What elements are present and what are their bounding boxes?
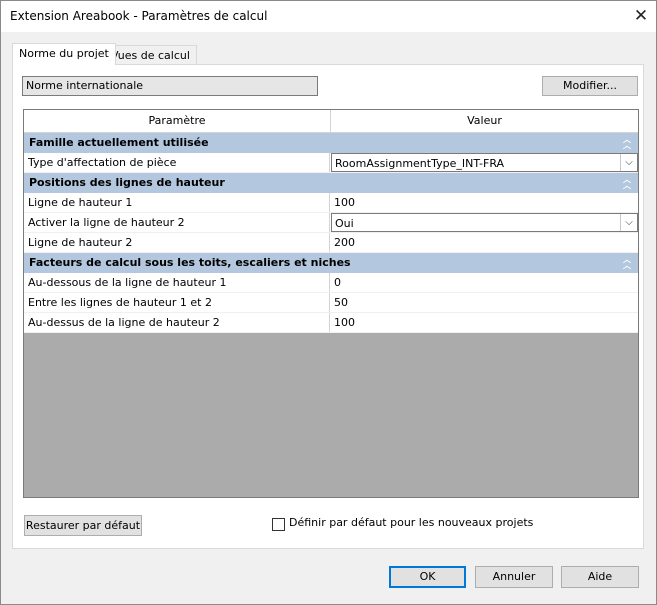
tab-vues-de-calcul[interactable]: Vues de calcul xyxy=(104,45,197,65)
modify-button[interactable]: Modifier... xyxy=(542,76,638,96)
dropdown-value: Oui xyxy=(335,217,354,230)
ok-button[interactable]: OK xyxy=(389,566,466,588)
property-label: Ligne de hauteur 2 xyxy=(24,233,330,252)
property-label: Au-dessus de la ligne de hauteur 2 xyxy=(24,313,330,332)
property-row: Activer la ligne de hauteur 2 Oui ⌵ xyxy=(24,213,638,233)
default-checkbox-label: Définir par défaut pour les nouveaux pro… xyxy=(289,516,534,529)
tab-norme-du-projet[interactable]: Norme du projet xyxy=(12,43,116,65)
dropdown-value: RoomAssignmentType_INT-FRA xyxy=(335,157,505,170)
property-label: Au-dessous de la ligne de hauteur 1 xyxy=(24,273,330,292)
close-icon[interactable]: ✕ xyxy=(626,1,656,32)
grid-header: Paramètre Valeur xyxy=(24,110,638,133)
property-row: Au-dessus de la ligne de hauteur 2 100 xyxy=(24,313,638,333)
dialog-window: Extension Areabook - Paramètres de calcu… xyxy=(0,0,657,605)
window-title: Extension Areabook - Paramètres de calcu… xyxy=(10,9,268,23)
help-button[interactable]: Aide xyxy=(561,566,639,588)
chevrons-up-icon[interactable]: ︿ ︿ xyxy=(622,176,632,190)
chevron-down-icon[interactable]: ⌵ xyxy=(620,154,637,171)
height-line-2-input[interactable]: 200 xyxy=(331,233,638,252)
property-grid: Paramètre Valeur Famille actuellement ut… xyxy=(23,109,639,498)
property-row: Ligne de hauteur 2 200 xyxy=(24,233,638,253)
above-height-line-2-input[interactable]: 100 xyxy=(331,313,638,332)
property-row: Entre les lignes de hauteur 1 et 2 50 xyxy=(24,293,638,313)
height-line-1-input[interactable]: 100 xyxy=(331,193,638,212)
property-label: Type d'affectation de pièce xyxy=(24,153,330,172)
title-bar: Extension Areabook - Paramètres de calcu… xyxy=(1,1,656,32)
cancel-button[interactable]: Annuler xyxy=(475,566,553,588)
restore-defaults-button[interactable]: Restaurer par défaut xyxy=(24,515,142,536)
property-row: Ligne de hauteur 1 100 xyxy=(24,193,638,213)
column-header-value: Valeur xyxy=(467,114,502,127)
between-height-lines-input[interactable]: 50 xyxy=(331,293,638,312)
group-header-height-lines[interactable]: Positions des lignes de hauteur ︿ ︿ xyxy=(24,173,638,193)
room-assignment-type-dropdown[interactable]: RoomAssignmentType_INT-FRA ⌵ xyxy=(331,153,638,172)
property-label: Ligne de hauteur 1 xyxy=(24,193,330,212)
property-label: Activer la ligne de hauteur 2 xyxy=(24,213,330,232)
chevrons-up-icon[interactable]: ︿ ︿ xyxy=(622,256,632,270)
chevrons-up-icon[interactable]: ︿ ︿ xyxy=(622,136,632,150)
group-title: Famille actuellement utilisée xyxy=(29,136,209,149)
norm-field: Norme internationale xyxy=(22,76,318,96)
group-header-family[interactable]: Famille actuellement utilisée ︿ ︿ xyxy=(24,133,638,153)
group-title: Facteurs de calcul sous les toits, escal… xyxy=(29,256,351,269)
default-for-new-projects-checkbox[interactable] xyxy=(272,518,285,531)
activate-height-line-2-dropdown[interactable]: Oui ⌵ xyxy=(331,213,638,232)
property-label: Entre les lignes de hauteur 1 et 2 xyxy=(24,293,330,312)
property-row: Au-dessous de la ligne de hauteur 1 0 xyxy=(24,273,638,293)
group-title: Positions des lignes de hauteur xyxy=(29,176,225,189)
chevron-down-icon[interactable]: ⌵ xyxy=(620,214,637,231)
group-header-factors[interactable]: Facteurs de calcul sous les toits, escal… xyxy=(24,253,638,273)
column-header-param: Paramètre xyxy=(24,110,331,132)
below-height-line-1-input[interactable]: 0 xyxy=(331,273,638,292)
property-row: Type d'affectation de pièce RoomAssignme… xyxy=(24,153,638,173)
